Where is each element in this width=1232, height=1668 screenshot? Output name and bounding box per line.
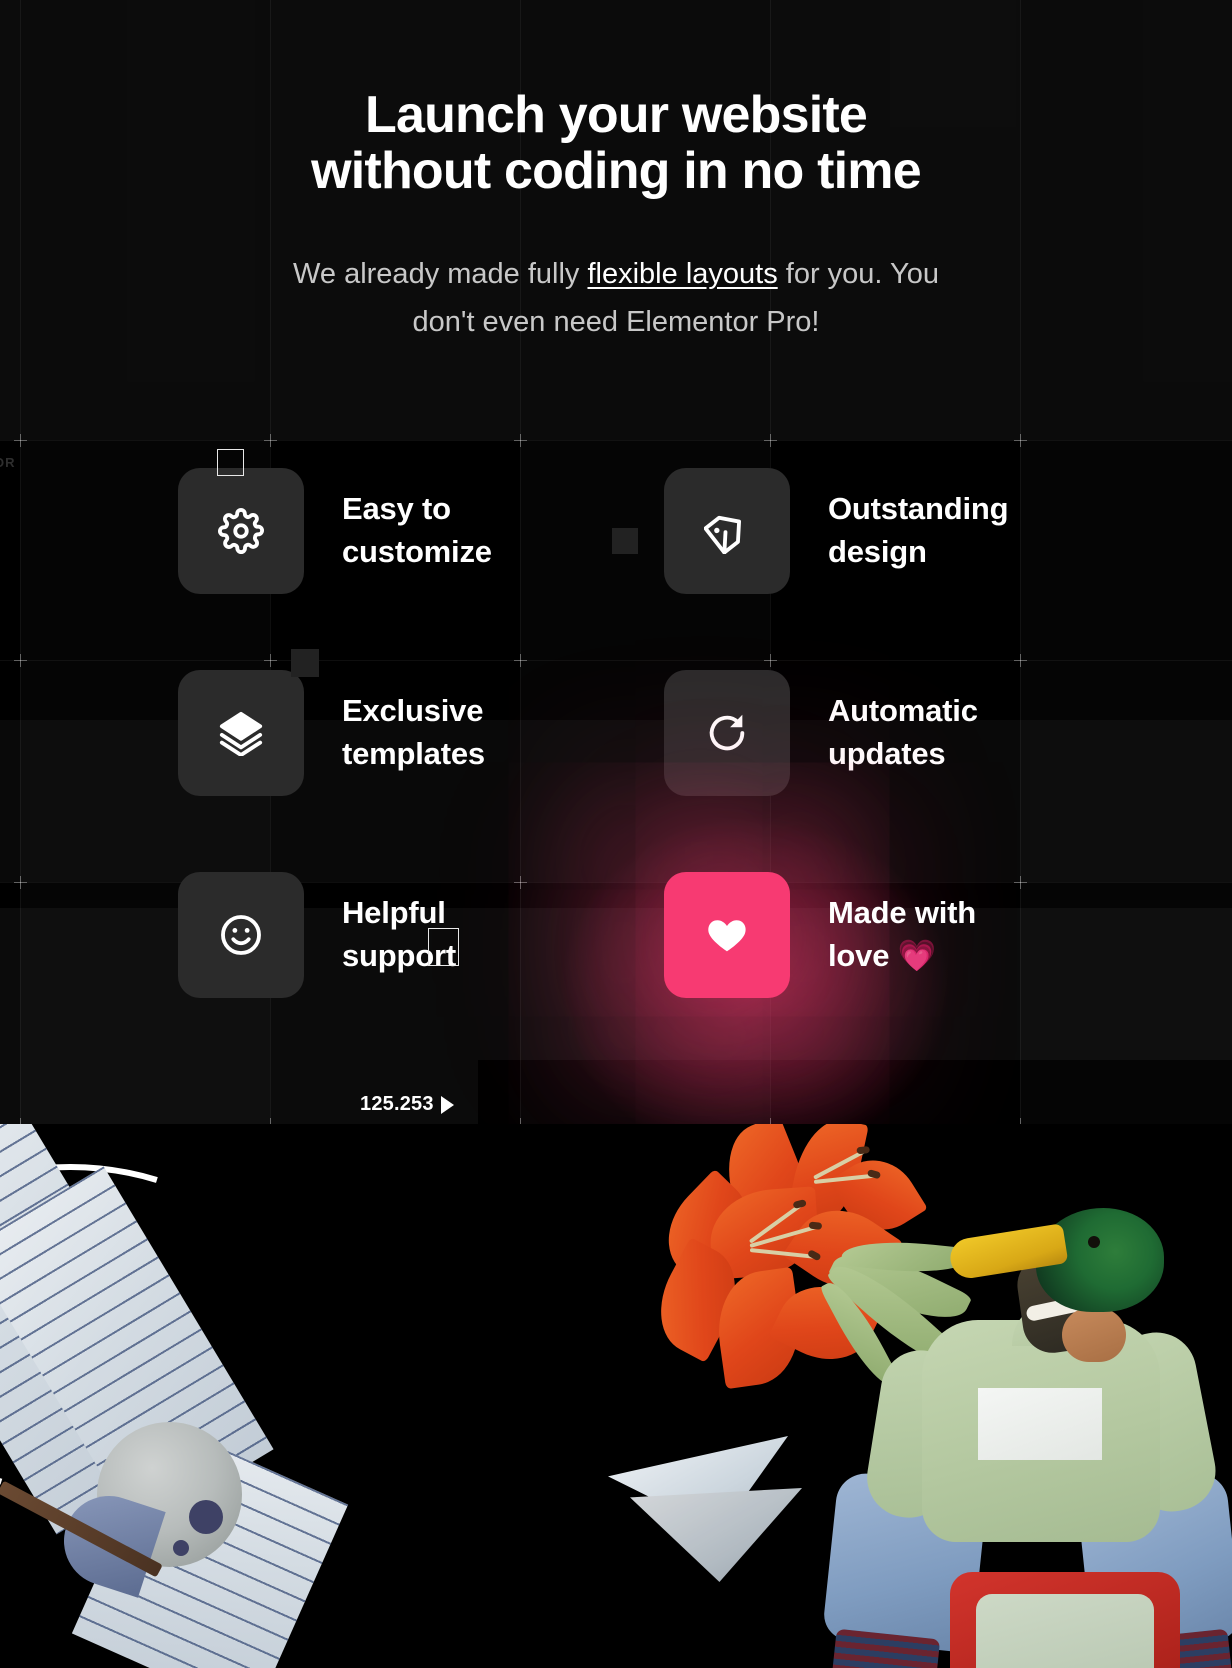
feature-helpful-support[interactable]: Helpful support: [178, 872, 664, 998]
decorative-square-outline-1: [217, 449, 244, 476]
feature-exclusive-templates[interactable]: Exclusive templates: [178, 670, 664, 796]
counter-value: 125.253: [360, 1093, 434, 1115]
sweater-patch: [978, 1388, 1102, 1460]
paper-plane: [608, 1402, 808, 1582]
duck-eye: [1088, 1236, 1100, 1248]
decorative-square-filled-1: [612, 528, 638, 554]
smiley-icon: [178, 872, 304, 998]
decorative-square-filled-2: [291, 649, 319, 677]
feature-label-line-1: Exclusive: [342, 693, 484, 729]
feature-made-with-love[interactable]: Made with love 💗: [664, 872, 1078, 998]
hand: [1062, 1308, 1126, 1362]
hero-subtitle-before: We already made fully: [293, 258, 588, 291]
edge-watermark: OR: [0, 455, 16, 470]
feature-label: Automatic updates: [828, 690, 978, 776]
feature-label-line-2: customize: [342, 534, 492, 569]
hero-subtitle: We already made fully flexible layouts f…: [276, 251, 956, 346]
hero-section: Launch your website without coding in no…: [0, 86, 1232, 346]
feature-label-line-1: Outstanding: [828, 491, 1009, 527]
tv-screen: [976, 1594, 1154, 1668]
feature-label-line-2: updates: [828, 736, 946, 771]
gear-icon: [178, 468, 304, 594]
play-icon: [440, 1095, 454, 1114]
feature-label: Exclusive templates: [342, 690, 485, 776]
tag-icon: [664, 468, 790, 594]
feature-label-line-2: templates: [342, 736, 485, 771]
feature-label-line-1: Made with: [828, 895, 977, 931]
feature-automatic-updates[interactable]: Automatic updates: [664, 670, 1078, 796]
heart-icon: [664, 872, 790, 998]
feature-label-line-2: design: [828, 534, 927, 569]
feature-easy-to-customize[interactable]: Easy to customize: [178, 468, 664, 594]
feature-label-line-1: Helpful: [342, 895, 446, 931]
decorative-square-outline-2: [428, 928, 459, 966]
layers-icon: [178, 670, 304, 796]
page-title: Launch your website without coding in no…: [0, 86, 1232, 200]
counter-readout[interactable]: 125.253: [360, 1093, 454, 1116]
feature-label: Easy to customize: [342, 488, 492, 574]
flexible-layouts-link[interactable]: flexible layouts: [587, 258, 777, 290]
feature-label-line-1: Automatic: [828, 693, 978, 729]
page-title-line-2: without coding in no time: [311, 141, 922, 200]
refresh-icon: [664, 670, 790, 796]
page-title-line-1: Launch your website: [364, 86, 868, 144]
feature-label-line-2: love 💗: [828, 938, 937, 973]
television: [950, 1572, 1180, 1668]
landing-page: OR Launch your website without coding in…: [0, 0, 1232, 1668]
duck-head-figure: [821, 1182, 1232, 1668]
feature-label: Outstanding design: [828, 488, 1009, 574]
feature-outstanding-design[interactable]: Outstanding design: [664, 468, 1078, 594]
collage-artwork: [0, 1124, 1232, 1668]
feature-label-line-1: Easy to: [342, 491, 451, 527]
feature-label: Made with love 💗: [828, 892, 976, 978]
